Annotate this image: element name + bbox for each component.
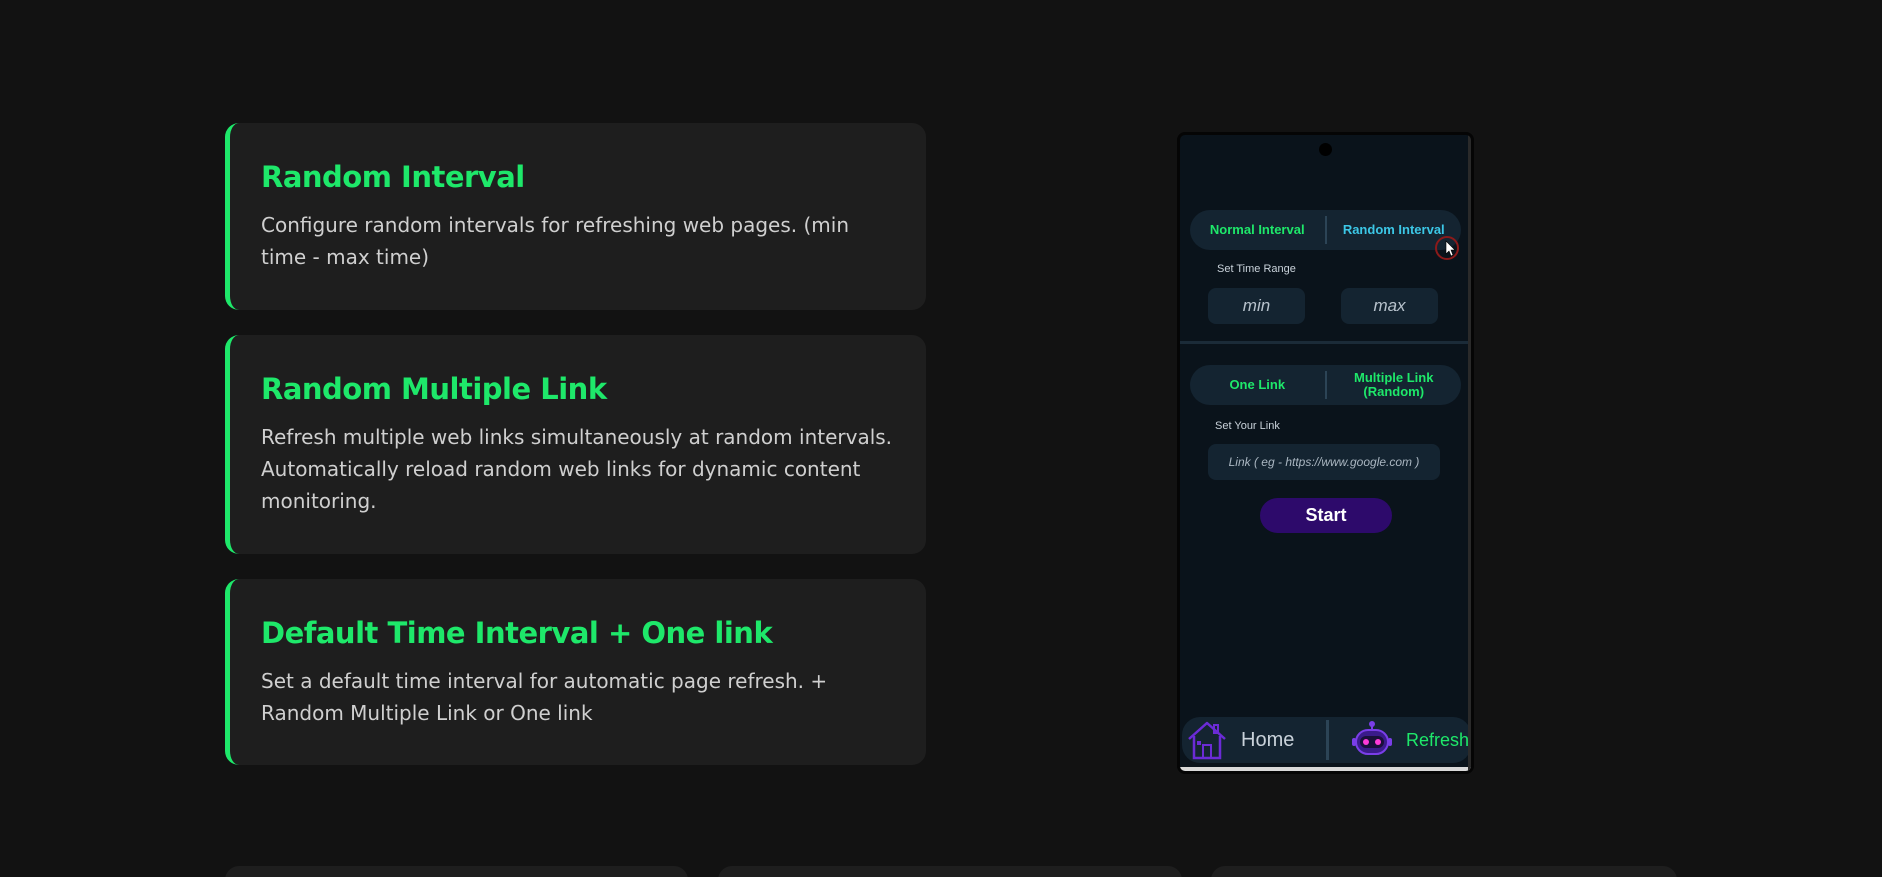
nav-refresh[interactable]: Refresh (1329, 717, 1472, 763)
min-input[interactable]: min (1208, 288, 1305, 324)
page: Random Interval Configure random interva… (0, 0, 1882, 877)
bottom-nav: Home Refresh (1182, 717, 1471, 763)
phone-camera (1319, 143, 1332, 156)
nav-refresh-label: Refresh (1405, 729, 1469, 750)
feature-description: Configure random intervals for refreshin… (261, 213, 850, 269)
max-input[interactable]: max (1341, 288, 1438, 324)
link-toggle: One Link Multiple Link (Random) (1190, 365, 1461, 405)
phone-bottom-edge (1180, 767, 1471, 771)
bottom-card-2 (718, 866, 1182, 877)
bottom-card-3 (1211, 866, 1677, 877)
nav-home-label: Home (1241, 728, 1295, 751)
time-range-label: Set Time Range (1217, 263, 1296, 275)
link-input[interactable]: Link ( eg - https://www.google.com ) (1208, 444, 1440, 480)
tab-normal-interval[interactable]: Normal Interval (1190, 223, 1325, 237)
cursor-icon (1435, 236, 1459, 260)
section-divider (1180, 341, 1471, 344)
feature-card-random-interval: Random Interval Configure random interva… (225, 123, 926, 310)
start-button[interactable]: Start (1260, 498, 1392, 533)
tab-multiple-link[interactable]: Multiple Link (Random) (1327, 371, 1462, 399)
feature-description: Set a default time interval for automati… (261, 669, 828, 725)
nav-home[interactable]: Home (1182, 717, 1326, 763)
feature-card-default-time-interval: Default Time Interval + One link Set a d… (225, 579, 926, 765)
interval-toggle: Normal Interval Random Interval (1190, 210, 1461, 250)
house-icon (1188, 721, 1226, 760)
your-link-label: Set Your Link (1215, 420, 1280, 432)
bottom-card-1 (225, 866, 688, 877)
feature-card-random-multiple-link: Random Multiple Link Refresh multiple we… (225, 335, 926, 554)
tab-one-link[interactable]: One Link (1190, 378, 1325, 392)
feature-title: Random Multiple Link (261, 372, 607, 406)
robot-icon (1351, 721, 1392, 755)
feature-title: Default Time Interval + One link (261, 616, 773, 650)
feature-description: Refresh multiple web links simultaneousl… (261, 425, 893, 513)
phone-mockup: Normal Interval Random Interval Set Time… (1177, 132, 1474, 774)
feature-title: Random Interval (261, 160, 525, 194)
